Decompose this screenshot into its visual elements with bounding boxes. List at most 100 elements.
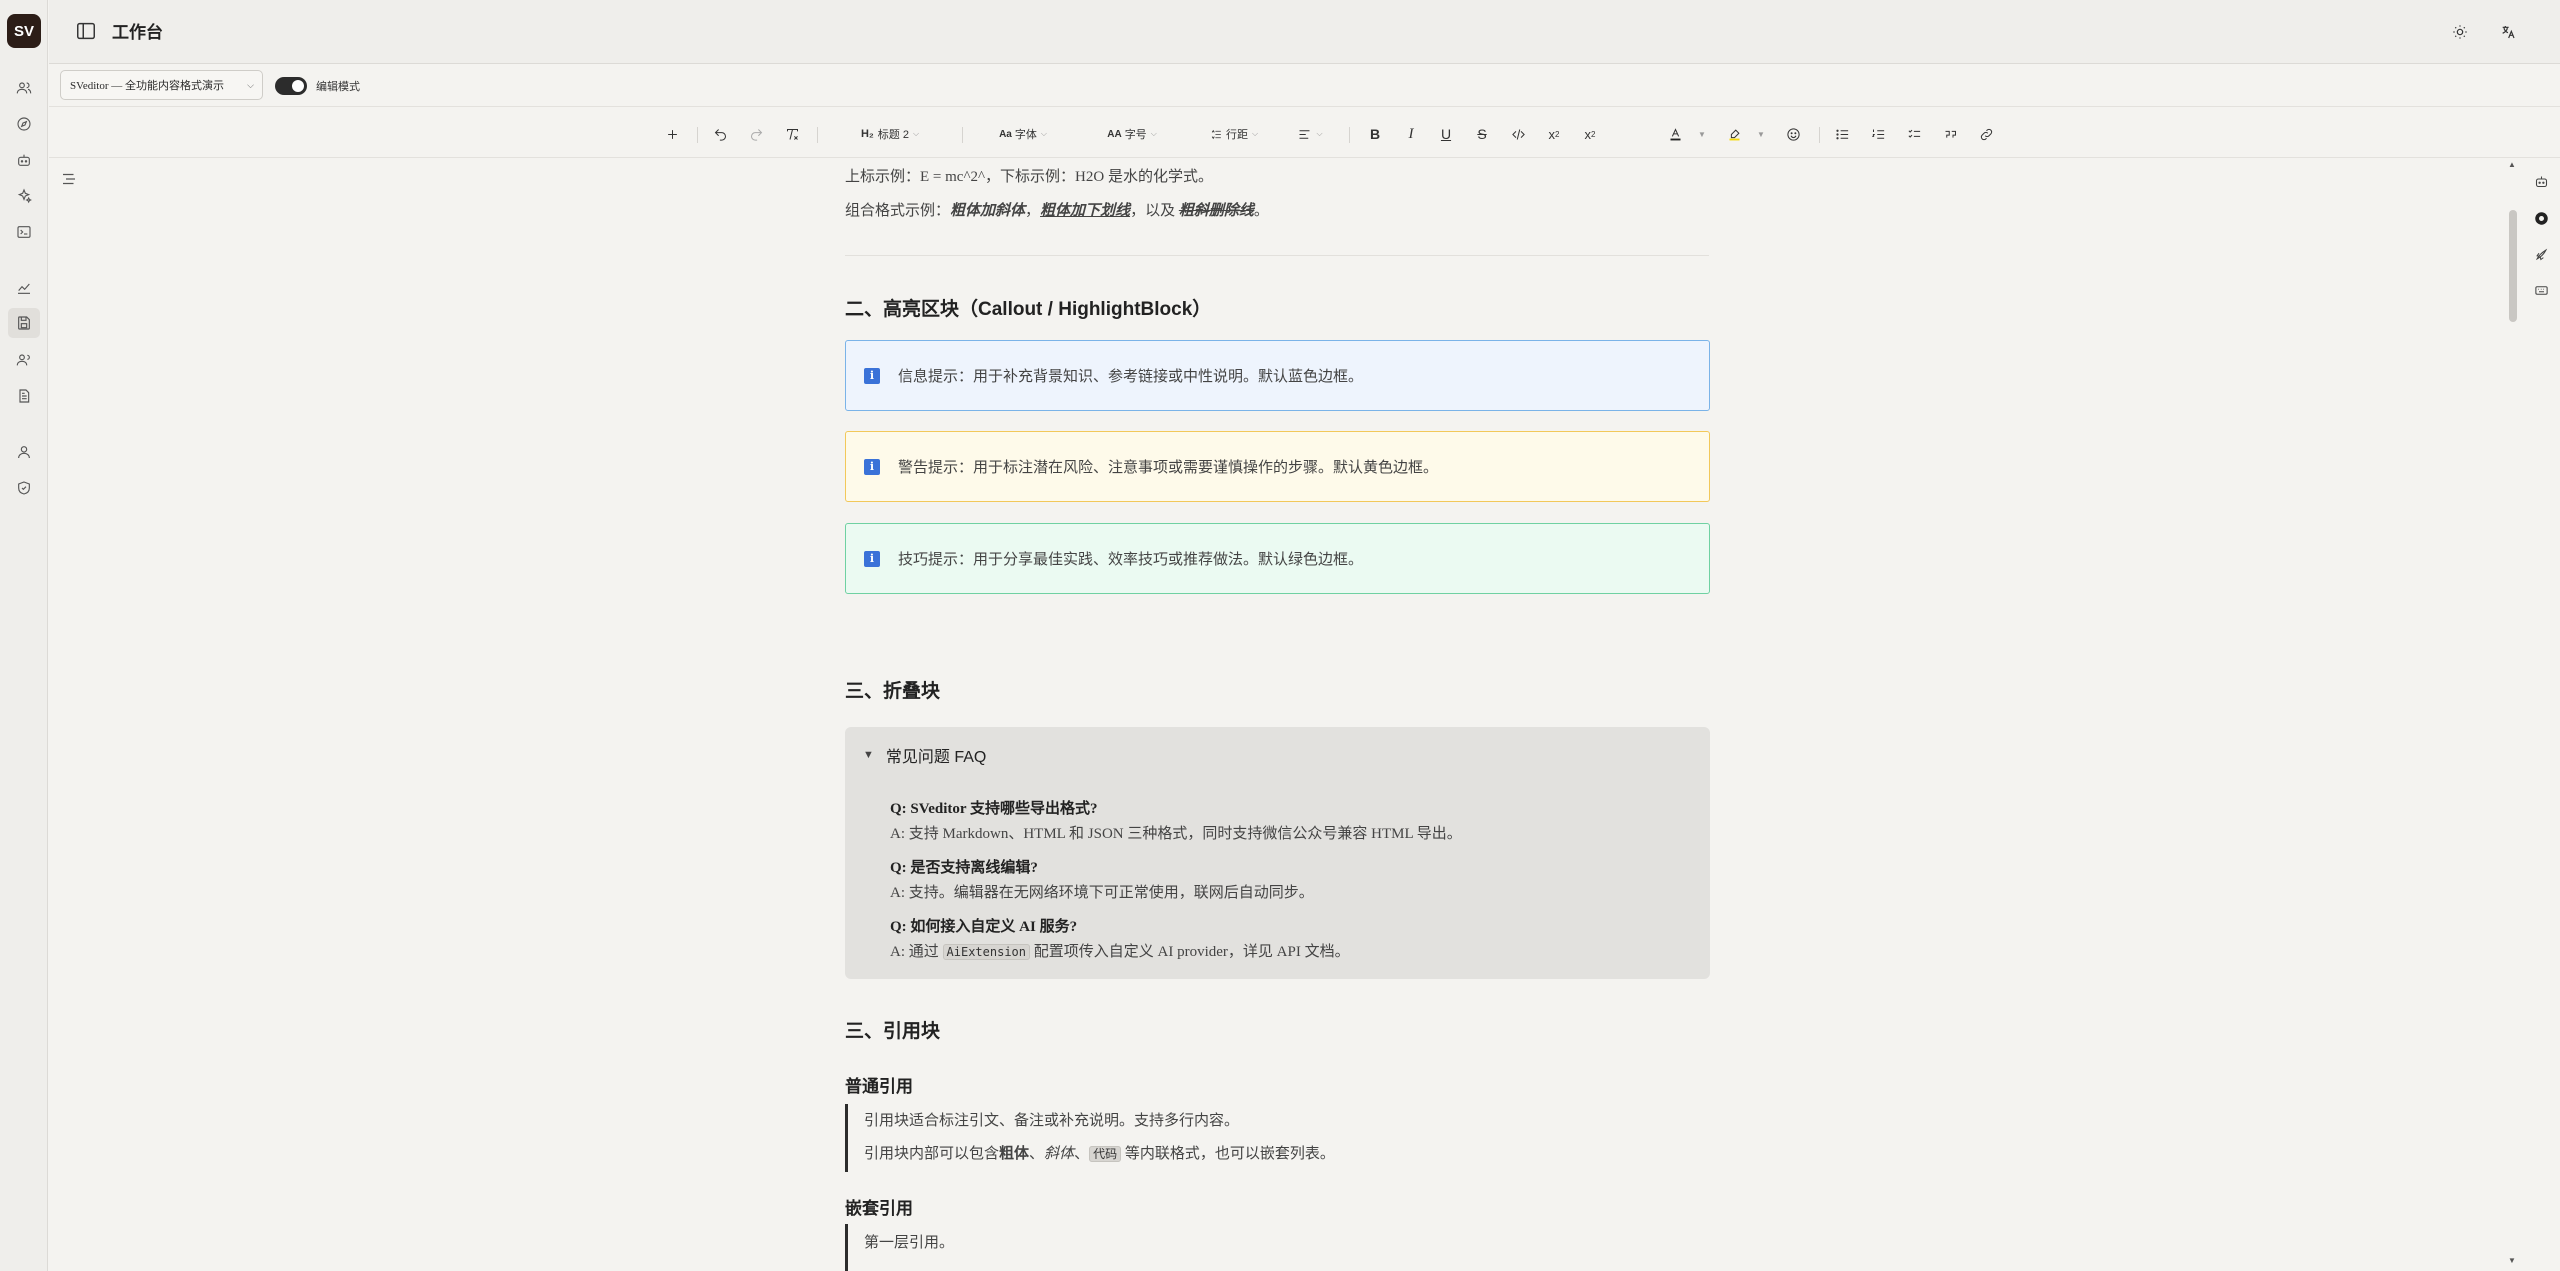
edit-mode-label: 编辑模式 xyxy=(316,81,360,93)
language-icon[interactable] xyxy=(2497,21,2519,43)
link-button[interactable] xyxy=(1975,123,1997,145)
section-heading-quote: 三、引用块 xyxy=(845,1021,941,1042)
compass-icon[interactable] xyxy=(12,112,36,136)
font-size-dropdown[interactable]: AA 字号 ⌵ xyxy=(1101,123,1163,145)
callout-text: 警告提示：用于标注潜在风险、注意事项或需要谨慎操作的步骤。默认黄色边框。 xyxy=(898,460,1439,476)
combo-format-example: 组合格式示例：粗体加斜体，粗体加下划线，以及 粗斜删除线。 xyxy=(845,203,1269,219)
task-list-button[interactable] xyxy=(1903,123,1925,145)
faq-question: Q: SVeditor 支持哪些导出格式? xyxy=(890,801,1098,817)
users-icon[interactable] xyxy=(12,76,36,100)
code-button[interactable] xyxy=(1507,123,1529,145)
font-family-dropdown[interactable]: Aa 字体 ⌵ xyxy=(993,123,1053,145)
ai-assistant-icon[interactable] xyxy=(2532,209,2550,227)
callout-text: 信息提示：用于补充背景知识、参考链接或中性说明。默认蓝色边框。 xyxy=(898,369,1364,385)
clear-format-button[interactable] xyxy=(781,123,803,145)
toolbar-divider xyxy=(1819,127,1820,143)
align-dropdown[interactable]: ⌵ xyxy=(1293,123,1327,145)
section-heading-fold: 三、折叠块 xyxy=(845,681,941,702)
text-color-dropdown[interactable]: ▼ xyxy=(1695,123,1709,145)
font-icon: Aa xyxy=(999,128,1012,140)
scroll-up-arrow[interactable]: ▲ xyxy=(2508,160,2516,169)
subscript-button[interactable]: x2 xyxy=(1579,123,1601,145)
document-select[interactable]: SVeditor — 全功能内容格式演示 ⌵ xyxy=(60,70,263,100)
insert-block-button[interactable] xyxy=(661,123,683,145)
callout-info[interactable]: i 信息提示：用于补充背景知识、参考链接或中性说明。默认蓝色边框。 xyxy=(845,340,1710,411)
ordered-list-button[interactable] xyxy=(1867,123,1889,145)
bullet-list-button[interactable] xyxy=(1831,123,1853,145)
top-header: 工作台 xyxy=(49,0,2560,64)
highlight-button[interactable] xyxy=(1723,123,1745,145)
faq-answer: A: 通过 AiExtension 配置项传入自定义 AI provider，详… xyxy=(890,944,1350,960)
line-height-dropdown[interactable]: 行距 ⌵ xyxy=(1203,123,1265,145)
collapsible-block[interactable]: ▼ 常见问题 FAQ Q: SVeditor 支持哪些导出格式? A: 支持 M… xyxy=(845,727,1710,979)
terminal-icon[interactable] xyxy=(12,220,36,244)
scrollbar[interactable] xyxy=(2508,158,2518,1271)
sidebar-toggle-icon[interactable] xyxy=(75,20,97,42)
info-icon: i xyxy=(864,458,880,475)
inline-code: 代码 xyxy=(1089,1146,1122,1162)
faq-question: Q: 如何接入自定义 AI 服务? xyxy=(890,919,1078,935)
editor-content[interactable]: 上标示例：E = mc^2^，下标示例：H2O 是水的化学式。 组合格式示例：粗… xyxy=(845,158,1710,1271)
superscript-button[interactable]: x2 xyxy=(1543,123,1565,145)
emoji-button[interactable] xyxy=(1782,123,1804,145)
bold-button[interactable]: B xyxy=(1364,123,1386,145)
app-logo[interactable]: SV xyxy=(7,14,41,48)
info-icon: i xyxy=(864,550,880,567)
faq-question: Q: 是否支持离线编辑? xyxy=(890,860,1038,876)
align-left-icon xyxy=(1299,129,1310,139)
chart-icon[interactable] xyxy=(12,276,36,300)
section-heading-callout: 二、高亮区块（Callout / HighlightBlock） xyxy=(845,299,1212,320)
callout-tip[interactable]: i 技巧提示：用于分享最佳实践、效率技巧或推荐做法。默认绿色边框。 xyxy=(845,523,1710,594)
collapsible-title: 常见问题 FAQ xyxy=(885,749,987,766)
faq-answer: A: 支持 Markdown、HTML 和 JSON 三种格式，同时支持微信公众… xyxy=(890,826,1462,842)
toolbar-divider xyxy=(1349,127,1350,143)
quote-line: 引用块内部可以包含粗体、斜体、 代码 等内联格式，也可以嵌套列表。 xyxy=(864,1146,1335,1162)
shield-icon[interactable] xyxy=(12,476,36,500)
blockquote[interactable] xyxy=(845,1104,864,1172)
page-title: 工作台 xyxy=(112,23,163,42)
bot-icon[interactable] xyxy=(12,148,36,172)
team-icon[interactable] xyxy=(12,348,36,372)
sparkles-icon[interactable] xyxy=(12,184,36,208)
callout-warning[interactable]: i 警告提示：用于标注潜在风险、注意事项或需要谨慎操作的步骤。默认黄色边框。 xyxy=(845,431,1710,502)
superscript-example: 上标示例：E = mc^2^，下标示例：H2O 是水的化学式。 xyxy=(845,169,1213,185)
text-color-button[interactable] xyxy=(1664,123,1686,145)
quote-line: 引用块适合标注引文、备注或补充说明。支持多行内容。 xyxy=(864,1113,1240,1129)
heading-dropdown[interactable]: H₂ 标题 2 ⌵ xyxy=(855,123,925,145)
toolbar-divider xyxy=(697,127,698,143)
rocket-icon[interactable] xyxy=(2532,245,2550,263)
user-icon[interactable] xyxy=(12,440,36,464)
horizontal-rule xyxy=(845,255,1709,256)
document-icon[interactable] xyxy=(12,384,36,408)
theme-toggle-icon[interactable] xyxy=(2449,21,2471,43)
subheading-normal-quote: 普通引用 xyxy=(845,1077,913,1096)
chevron-down-icon: ⌵ xyxy=(247,80,254,90)
caret-down-icon[interactable]: ▼ xyxy=(863,749,874,761)
edit-mode-toggle[interactable] xyxy=(275,77,307,95)
outline-icon[interactable] xyxy=(60,170,78,188)
heading-icon: H₂ xyxy=(860,128,874,140)
strikethrough-button[interactable]: S xyxy=(1471,123,1493,145)
undo-button[interactable] xyxy=(709,123,731,145)
editor-toolbar: H₂ 标题 2 ⌵ Aa 字体 ⌵ AA 字号 ⌵ 行距 ⌵ ⌵ B I U S x2 x2 … xyxy=(49,108,2560,158)
font-size-icon: AA xyxy=(1107,128,1122,140)
blockquote-button[interactable] xyxy=(1939,123,1961,145)
redo-button[interactable] xyxy=(745,123,767,145)
keyboard-icon[interactable] xyxy=(2532,281,2550,299)
italic-button[interactable]: I xyxy=(1400,123,1422,145)
highlight-dropdown[interactable]: ▼ xyxy=(1754,123,1768,145)
scrollbar-thumb[interactable] xyxy=(2509,210,2517,322)
inline-code: AiExtension xyxy=(942,944,1030,960)
left-rail: SV xyxy=(0,0,48,1271)
quote-line: 第一层引用。 xyxy=(864,1235,955,1251)
underline-button[interactable]: U xyxy=(1435,123,1457,145)
line-height-icon xyxy=(1211,129,1221,139)
ai-bot-icon[interactable] xyxy=(2532,172,2550,190)
nested-blockquote[interactable] xyxy=(845,1224,864,1271)
scroll-down-arrow[interactable]: ▼ xyxy=(2508,1256,2516,1265)
callout-text: 技巧提示：用于分享最佳实践、效率技巧或推荐做法。默认绿色边框。 xyxy=(898,552,1364,568)
info-icon: i xyxy=(864,367,880,384)
collapsible-header[interactable]: ▼ 常见问题 FAQ xyxy=(863,743,986,767)
save-icon[interactable] xyxy=(8,308,40,338)
document-bar: SVeditor — 全功能内容格式演示 ⌵ 编辑模式 xyxy=(49,65,2560,107)
